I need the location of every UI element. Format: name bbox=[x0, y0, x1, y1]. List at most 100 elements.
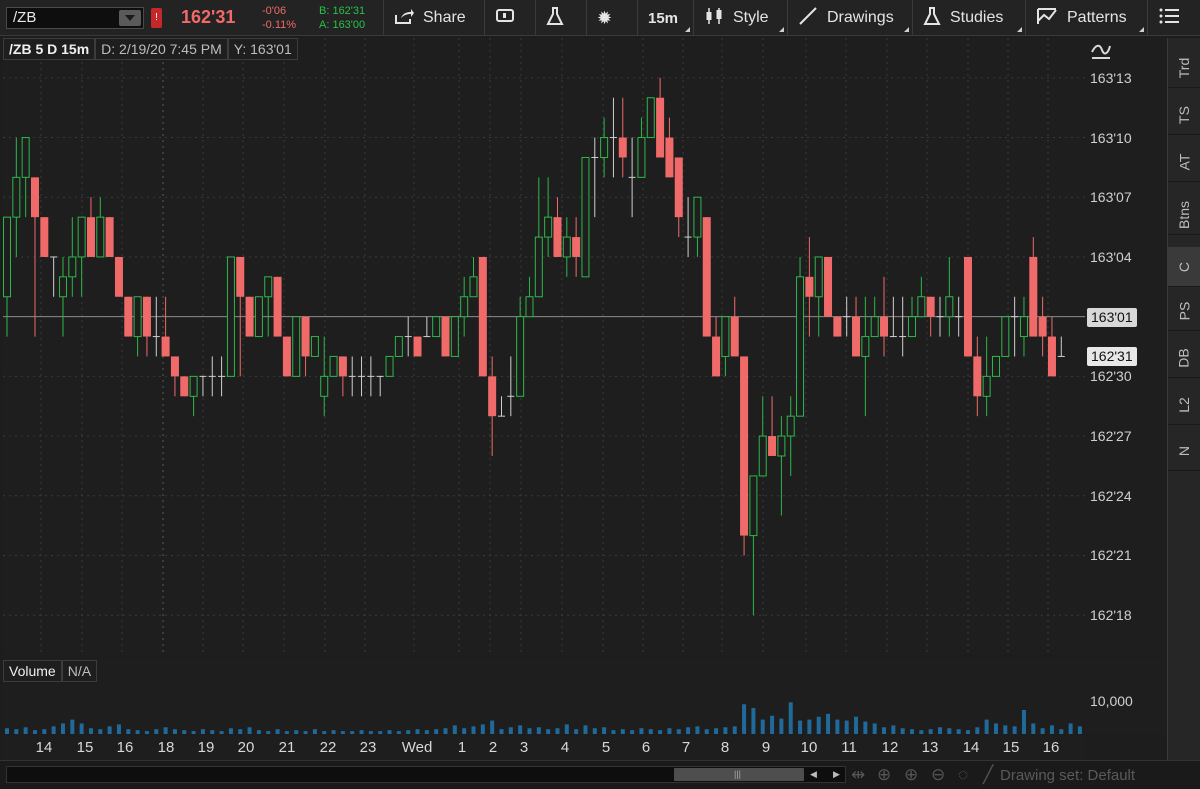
volume-bar bbox=[947, 728, 952, 734]
chart-style-icon[interactable] bbox=[1090, 40, 1112, 65]
volume-bar bbox=[247, 727, 252, 734]
horizontal-scrollbar[interactable]: ||| ◀ ▶ bbox=[6, 766, 846, 783]
time-tick-label: 5 bbox=[601, 739, 611, 756]
expand-icon[interactable]: ⇹ bbox=[851, 765, 865, 785]
volume-bar bbox=[910, 729, 915, 734]
candle bbox=[348, 356, 356, 397]
candle-body bbox=[460, 296, 469, 318]
volume-pane[interactable] bbox=[3, 658, 1085, 734]
candle-body bbox=[768, 436, 777, 456]
candle-body bbox=[758, 435, 767, 477]
candle-body bbox=[870, 316, 879, 338]
candle-body bbox=[796, 276, 805, 417]
lab-button[interactable] bbox=[535, 0, 585, 36]
volume-bar bbox=[359, 730, 364, 734]
symbol-period[interactable]: /ZB 5 D 15m bbox=[3, 38, 96, 60]
settings-button[interactable]: ✹ bbox=[586, 0, 636, 36]
candle bbox=[358, 356, 366, 397]
time-tick-label: 16 bbox=[1042, 739, 1060, 756]
drawings-button[interactable]: Drawings bbox=[787, 0, 911, 36]
sidebar-tab-n[interactable]: N bbox=[1168, 431, 1200, 471]
volume-bar bbox=[14, 729, 19, 734]
volume-bar bbox=[452, 725, 457, 734]
candle bbox=[628, 137, 636, 218]
candle-body bbox=[320, 375, 329, 397]
sidebar-tab-db[interactable]: DB bbox=[1168, 338, 1200, 378]
volume-tick-label: 10,000 bbox=[1090, 693, 1133, 709]
candle-body bbox=[534, 236, 543, 298]
symbol-selector[interactable]: /ZB bbox=[6, 7, 144, 29]
pattern-icon bbox=[1036, 6, 1058, 31]
alert-icon[interactable]: ! bbox=[151, 8, 162, 28]
candle bbox=[21, 137, 30, 218]
share-button[interactable]: Share bbox=[383, 0, 483, 36]
zoom-out-icon[interactable]: ⊖ bbox=[931, 765, 945, 785]
sidebar-tab-c[interactable]: C bbox=[1168, 247, 1200, 287]
studies-button[interactable]: Studies bbox=[912, 0, 1024, 36]
ask-price: A: 163'00 bbox=[319, 19, 366, 31]
candle bbox=[376, 375, 384, 397]
sidebar-tab-label: Trd bbox=[1175, 57, 1192, 78]
volume-bar bbox=[1003, 725, 1008, 734]
style-button[interactable]: Style bbox=[693, 0, 786, 36]
patterns-button[interactable]: Patterns bbox=[1025, 0, 1146, 36]
price-axis[interactable]: 163'13163'10163'07163'04163'01162'30162'… bbox=[1085, 38, 1167, 655]
corner-indicator bbox=[904, 27, 909, 32]
price-chart[interactable] bbox=[3, 38, 1085, 655]
volume-label[interactable]: Volume bbox=[3, 660, 62, 682]
time-tick-label: 1 bbox=[457, 739, 467, 756]
candle bbox=[712, 316, 721, 377]
candle bbox=[264, 276, 273, 337]
candle bbox=[646, 97, 655, 139]
sidebar-tab-btns[interactable]: Btns bbox=[1168, 195, 1200, 235]
timeframe-button[interactable]: 15m bbox=[637, 0, 692, 36]
scroll-thumb[interactable]: ||| bbox=[674, 768, 804, 781]
volume-bar bbox=[844, 720, 849, 734]
volume-bar bbox=[592, 728, 597, 734]
drawing-set-label[interactable]: Drawing set: Default bbox=[1000, 767, 1135, 784]
candle-body bbox=[142, 296, 151, 337]
crosshair-icon[interactable]: ⊕ bbox=[877, 765, 891, 785]
price-tick-label: 163'04 bbox=[1090, 248, 1132, 265]
volume-bar bbox=[639, 728, 644, 734]
sidebar-tab-at[interactable]: AT bbox=[1168, 142, 1200, 182]
zoom-reset-icon[interactable]: ◌ bbox=[958, 765, 968, 785]
candle-body bbox=[338, 356, 347, 377]
sidebar-tab-l2[interactable]: L2 bbox=[1168, 385, 1200, 425]
candle-body bbox=[637, 137, 646, 178]
volume-bar bbox=[238, 729, 243, 734]
candle bbox=[199, 375, 207, 397]
candle bbox=[507, 356, 515, 417]
sidebar-tab-ps[interactable]: PS bbox=[1168, 291, 1200, 331]
volume-bar bbox=[322, 731, 327, 734]
volume-bar bbox=[1077, 726, 1082, 734]
draw-line-icon[interactable]: ╱ bbox=[983, 765, 993, 785]
scroll-right-icon[interactable]: ▶ bbox=[833, 767, 840, 782]
volume-bar bbox=[79, 723, 84, 734]
candle-body bbox=[693, 196, 702, 238]
candle-icon bbox=[704, 6, 724, 31]
corner-indicator bbox=[685, 27, 690, 32]
volume-bar bbox=[88, 728, 93, 734]
candle bbox=[96, 197, 105, 258]
candle bbox=[124, 296, 133, 337]
volume-bar bbox=[200, 729, 205, 734]
sidebar-tab-ts[interactable]: TS bbox=[1168, 95, 1200, 135]
layout-grid-button[interactable] bbox=[1147, 0, 1200, 36]
volume-bar bbox=[611, 730, 616, 734]
scroll-left-icon[interactable]: ◀ bbox=[810, 767, 817, 782]
messages-button[interactable] bbox=[484, 0, 534, 36]
grid-icon bbox=[1158, 6, 1182, 31]
candle bbox=[58, 256, 67, 337]
volume-bar bbox=[219, 731, 224, 734]
candle-body bbox=[124, 296, 133, 337]
candle bbox=[292, 316, 301, 377]
zoom-in-icon[interactable]: ⊕ bbox=[904, 765, 918, 785]
time-tick-label: 9 bbox=[761, 739, 771, 756]
time-axis[interactable]: 14 15 16 18 19 20 21 22 23 Wed 1 2 3 4 5 6 7 8 9 10 11 12 13 14… bbox=[3, 736, 1085, 760]
candle bbox=[805, 237, 814, 337]
chevron-down-icon[interactable] bbox=[119, 10, 141, 26]
sidebar-tab-trd[interactable]: Trd bbox=[1168, 48, 1200, 88]
candle bbox=[843, 296, 851, 337]
candle-body bbox=[329, 355, 338, 377]
